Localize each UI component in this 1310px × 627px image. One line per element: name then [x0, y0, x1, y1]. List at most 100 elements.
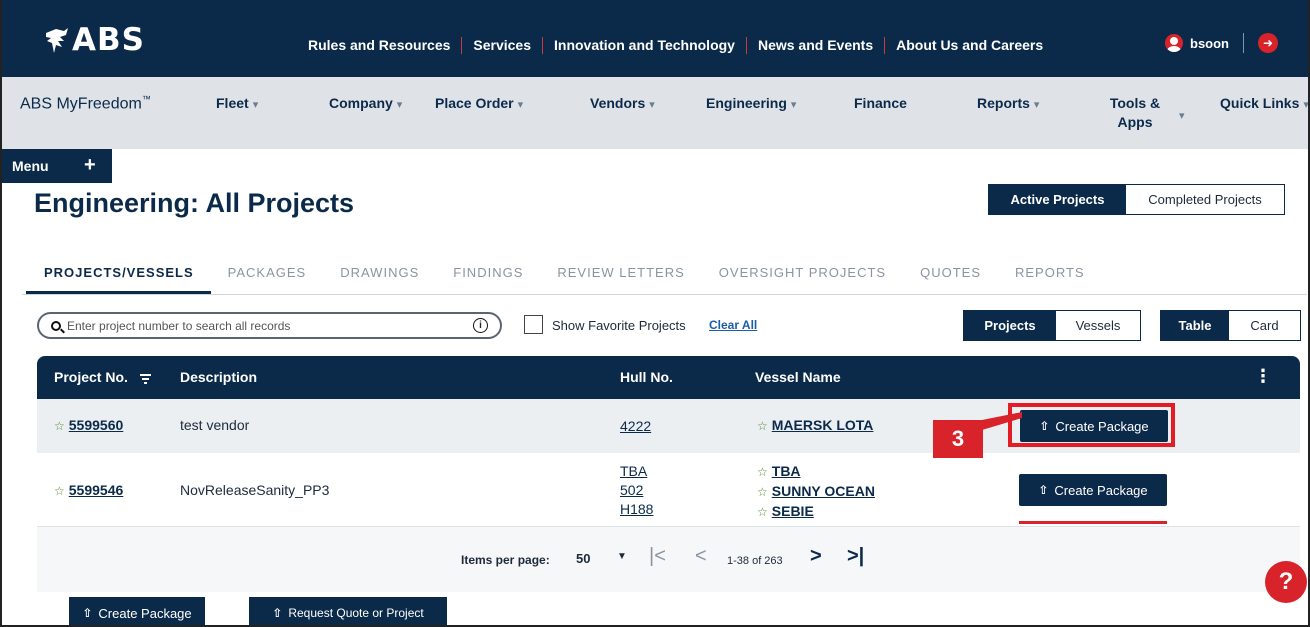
vessel-link[interactable]: TBA [772, 463, 801, 479]
vessel-link[interactable]: MAERSK LOTA [772, 417, 874, 433]
nav-item-vendors[interactable]: Vendors ▾ [590, 94, 655, 115]
favorites-checkbox[interactable] [524, 315, 543, 334]
tab-review-letters[interactable]: REVIEW LETTERS [540, 261, 701, 294]
vessel-cell: ☆ MAERSK LOTA [757, 417, 873, 433]
favorite-star-icon[interactable]: ☆ [757, 419, 768, 433]
top-link-services[interactable]: Services [462, 37, 543, 54]
next-page-icon[interactable]: > [810, 545, 822, 568]
favorite-star-icon[interactable]: ☆ [757, 485, 768, 499]
upload-icon: ⇧ [272, 606, 283, 620]
items-per-page-label: Items per page: [461, 553, 550, 567]
card-layout-button[interactable]: Card [1229, 311, 1300, 340]
table-layout-button[interactable]: Table [1161, 311, 1229, 340]
top-link-innovation[interactable]: Innovation and Technology [543, 37, 747, 54]
favorite-star-icon[interactable]: ☆ [54, 419, 65, 433]
project-number-link[interactable]: 5599546 [69, 482, 124, 498]
upload-icon: ⇧ [82, 606, 93, 620]
hull-link[interactable]: 4222 [620, 418, 651, 434]
user-avatar-icon[interactable] [1165, 34, 1183, 52]
create-package-button[interactable]: ⇧ Create Package [1019, 474, 1167, 506]
abs-logo[interactable]: ABS [44, 22, 145, 58]
chevron-down-icon: ▾ [517, 99, 524, 111]
project-number-cell: ☆ 5599546 [54, 482, 123, 498]
main-nav: ABS MyFreedom™ Fleet ▾ Company ▾ Place Ord… [2, 77, 1308, 149]
project-number-cell: ☆ 5599560 [54, 417, 123, 433]
tab-reports[interactable]: REPORTS [998, 261, 1102, 294]
nav-item-engineering[interactable]: Engineering ▾ [706, 94, 796, 115]
table-header: Project No. Description Hull No. Vessel … [37, 356, 1300, 399]
tab-findings[interactable]: FINDINGS [436, 261, 540, 294]
username[interactable]: bsoon [1190, 36, 1229, 51]
nav-item-quick-links[interactable]: Quick Links ▾ [1220, 94, 1308, 115]
description-cell: test vendor [180, 417, 250, 433]
vessels-view-button[interactable]: Vessels [1056, 311, 1140, 340]
tab-packages[interactable]: PACKAGES [211, 261, 324, 294]
top-link-news[interactable]: News and Events [747, 37, 886, 54]
hull-link[interactable]: H188 [620, 500, 653, 519]
last-page-icon[interactable]: >| [847, 545, 864, 568]
top-links: Rules and Resources Services Innovation … [308, 37, 1054, 54]
tab-projects-vessels[interactable]: PROJECTS/VESSELS [26, 261, 211, 294]
favorite-star-icon[interactable]: ☆ [757, 465, 768, 479]
hull-link[interactable]: TBA [620, 462, 653, 481]
upload-icon: ⇧ [1038, 483, 1049, 497]
chevron-down-icon: ▾ [790, 99, 797, 111]
active-projects-button[interactable]: Active Projects [989, 185, 1126, 214]
help-button[interactable]: ? [1265, 561, 1307, 603]
layout-toggle: Table Card [1160, 310, 1301, 341]
hull-link[interactable]: 502 [620, 481, 653, 500]
nav-item-company[interactable]: Company ▾ [329, 94, 402, 115]
info-icon[interactable]: i [473, 318, 488, 333]
table-row: ☆ 5599546 NovReleaseSanity_PP3 TBA 502 H1… [37, 453, 1300, 527]
top-link-rules[interactable]: Rules and Resources [308, 37, 463, 54]
projects-view-button[interactable]: Projects [964, 311, 1056, 340]
nav-item-place-order[interactable]: Place Order ▾ [435, 94, 523, 115]
first-page-icon[interactable]: |< [649, 545, 666, 568]
column-project-no[interactable]: Project No. [54, 369, 151, 385]
chevron-down-icon: ▾ [252, 99, 259, 111]
column-vessel-name: Vessel Name [755, 369, 841, 385]
tab-bar: PROJECTS/VESSELS PACKAGES DRAWINGS FINDI… [26, 261, 1102, 294]
bottom-panel [37, 592, 1300, 625]
tab-quotes[interactable]: QUOTES [903, 261, 998, 294]
projects-table: Project No. Description Hull No. Vessel … [37, 356, 1300, 596]
create-package-bottom-button[interactable]: ⇧ Create Package [69, 597, 205, 625]
items-per-page-select[interactable]: 50 [576, 551, 590, 566]
more-options-icon[interactable]: ⋮ [1254, 366, 1272, 387]
logout-icon[interactable]: ➜ [1258, 33, 1278, 53]
column-hull-no: Hull No. [620, 369, 673, 385]
chevron-down-icon[interactable]: ▾ [1179, 107, 1185, 126]
favorite-star-icon[interactable]: ☆ [54, 484, 65, 498]
tab-drawings[interactable]: DRAWINGS [323, 261, 436, 294]
eagle-logo-icon [46, 27, 68, 53]
prev-page-icon[interactable]: < [695, 545, 707, 568]
nav-item-tools-apps[interactable]: Tools & Apps [1104, 94, 1166, 132]
search-input[interactable] [67, 318, 472, 333]
top-link-about[interactable]: About Us and Careers [885, 37, 1054, 54]
hull-cell: 4222 [620, 417, 651, 436]
vessel-link[interactable]: SUNNY OCEAN [772, 483, 875, 499]
project-number-link[interactable]: 5599560 [69, 417, 124, 433]
step-pointer [982, 412, 1022, 430]
nav-item-fleet[interactable]: Fleet ▾ [216, 94, 258, 115]
pagination: Items per page: 50 ▼ |< < 1-38 of 263 > … [37, 527, 1300, 592]
chevron-down-icon: ▾ [1033, 99, 1040, 111]
completed-projects-button[interactable]: Completed Projects [1126, 185, 1284, 214]
nav-item-reports[interactable]: Reports ▾ [977, 94, 1039, 115]
request-quote-button[interactable]: ⇧ Request Quote or Project [249, 597, 447, 625]
user-area: bsoon ➜ [1165, 33, 1278, 53]
top-header: ABS Rules and Resources Services Innovat… [2, 0, 1308, 77]
nav-brand[interactable]: ABS MyFreedom™ [20, 94, 151, 113]
logo-text: ABS [72, 22, 145, 58]
vessel-link[interactable]: SEBIE [772, 503, 814, 519]
caret-down-icon[interactable]: ▼ [617, 551, 627, 562]
favorite-star-icon[interactable]: ☆ [757, 505, 768, 519]
clear-all-link[interactable]: Clear All [709, 318, 757, 332]
page-title: Engineering: All Projects [34, 188, 355, 218]
hover-underline [1019, 521, 1167, 524]
tabs-divider [22, 294, 1307, 295]
tab-oversight-projects[interactable]: OVERSIGHT PROJECTS [702, 261, 903, 294]
nav-item-finance[interactable]: Finance [854, 94, 907, 113]
menu-button[interactable]: Menu + [2, 149, 112, 183]
sort-icon[interactable] [139, 373, 151, 384]
